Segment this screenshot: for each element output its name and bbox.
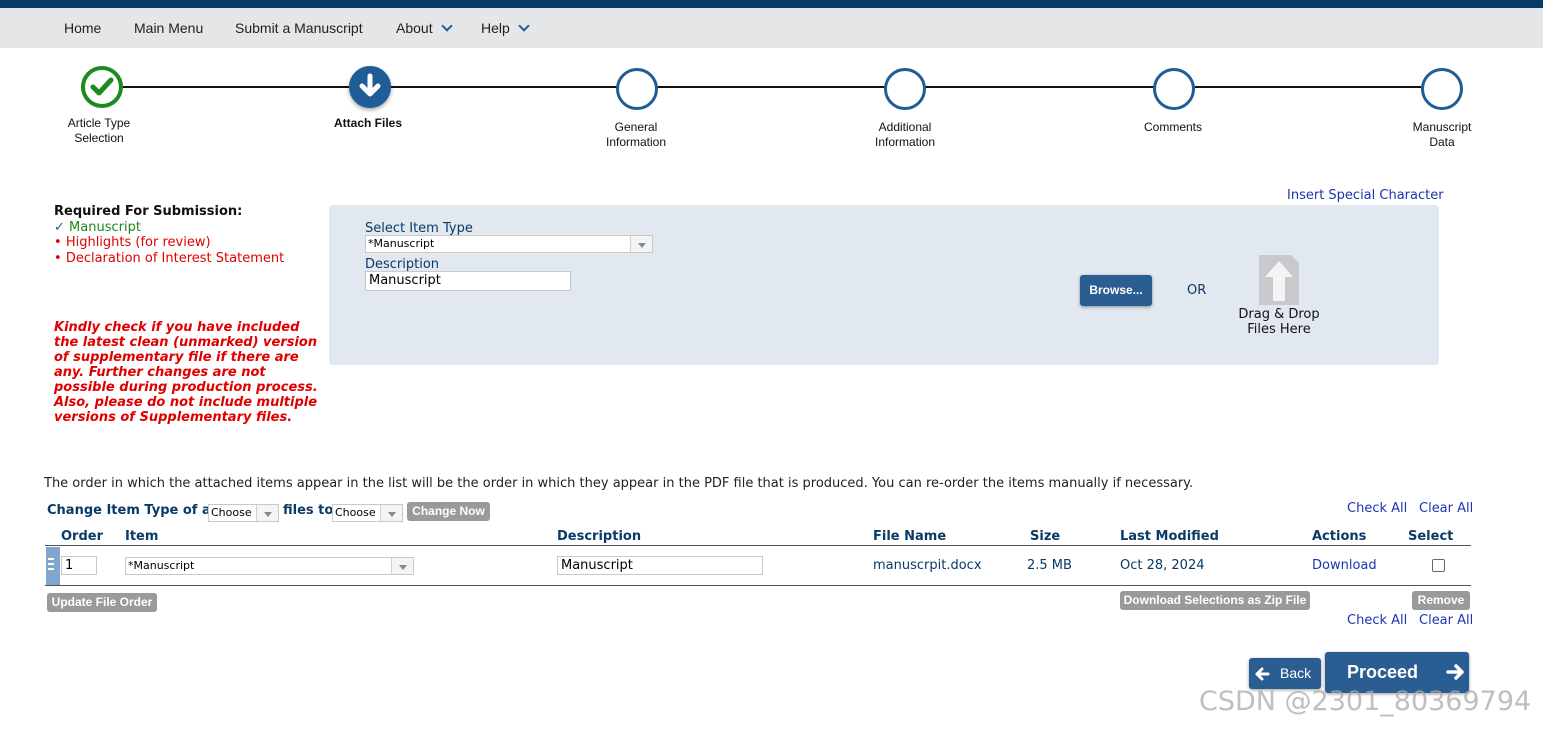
drag-handle-icon[interactable]: [46, 547, 60, 585]
download-zip-button[interactable]: Download Selections as Zip File: [1120, 591, 1310, 610]
drag-drop-label: Drag & Drop Files Here: [1238, 307, 1320, 337]
main-nav-bar: Home Main Menu Submit a Manuscript About…: [0, 8, 1543, 48]
chevron-down-icon: [256, 505, 278, 521]
header-last-modified: Last Modified: [1120, 529, 1219, 544]
stepper-line: [122, 86, 1422, 88]
nav-home[interactable]: Home: [64, 16, 101, 40]
drag-drop-zone[interactable]: Drag & Drop Files Here: [1215, 251, 1343, 341]
change-to-value: Choose: [335, 506, 376, 519]
top-accent-bar: [0, 0, 1543, 8]
browse-button[interactable]: Browse...: [1080, 275, 1152, 306]
header-select: Select: [1408, 529, 1454, 544]
update-file-order-button[interactable]: Update File Order: [47, 593, 157, 612]
order-instruction: The order in which the attached items ap…: [44, 476, 1194, 491]
remove-button[interactable]: Remove: [1412, 591, 1470, 610]
files-to-label: files to: [283, 503, 334, 518]
row-item-type-value: *Manuscript: [128, 559, 195, 572]
upload-arrow-icon: [1259, 255, 1299, 305]
row-size: 2.5 MB: [1027, 558, 1072, 573]
select-item-type-label: Select Item Type: [365, 221, 473, 236]
item-type-select-value: *Manuscript: [368, 237, 435, 250]
row-item-type-select[interactable]: *Manuscript: [125, 557, 414, 575]
arrow-left-icon: [1255, 667, 1270, 681]
step-6-circle[interactable]: [1421, 68, 1463, 110]
row-description-input[interactable]: Manuscript: [557, 556, 763, 575]
step-4-label: Additional Information: [874, 120, 936, 149]
row-file-name: manuscrpit.docx: [873, 558, 982, 573]
required-title: Required For Submission:: [54, 204, 243, 219]
required-item-manuscript: ✓ Manuscript: [54, 219, 141, 235]
nav-about[interactable]: About: [396, 16, 453, 40]
required-item-declaration: • Declaration of Interest Statement: [54, 250, 285, 266]
step-6-label: Manuscript Data: [1412, 120, 1472, 149]
header-description: Description: [557, 529, 642, 544]
back-button-label: Back: [1280, 665, 1312, 681]
clear-all-link-top[interactable]: Clear All: [1419, 501, 1473, 516]
step-1-label: Article Type Selection: [67, 116, 131, 145]
required-list: Required For Submission: ✓ Manuscript • …: [54, 204, 324, 266]
chevron-down-icon: [380, 505, 402, 521]
insert-special-character-link[interactable]: Insert Special Character: [1287, 188, 1444, 203]
back-button[interactable]: Back: [1249, 658, 1321, 689]
nav-help[interactable]: Help: [481, 16, 530, 40]
nav-submit-manuscript[interactable]: Submit a Manuscript: [235, 16, 363, 40]
checkmark-icon: ✓: [54, 219, 65, 235]
bullet-icon: •: [54, 235, 62, 250]
checkmark-icon: [90, 77, 114, 96]
or-label: OR: [1187, 283, 1207, 298]
step-4-circle[interactable]: [884, 68, 926, 110]
description-input[interactable]: Manuscript: [365, 271, 571, 291]
step-1-circle[interactable]: [81, 66, 123, 108]
nav-about-label: About: [396, 20, 433, 36]
table-bottom-divider: [45, 585, 1471, 586]
change-now-button[interactable]: Change Now: [407, 502, 490, 521]
chevron-down-icon: [391, 558, 413, 574]
header-size: Size: [1030, 529, 1061, 544]
change-from-select[interactable]: Choose: [208, 504, 279, 522]
watermark-text: CSDN @2301_80369794: [1199, 686, 1532, 717]
chevron-down-icon: [630, 236, 652, 252]
change-type-label: Change Item Type of all: [47, 503, 220, 518]
clear-all-link-bottom[interactable]: Clear All: [1419, 613, 1473, 628]
header-item: Item: [125, 529, 159, 544]
table-header-divider: [45, 545, 1471, 546]
step-2-label: Attach Files: [333, 116, 402, 130]
change-to-select[interactable]: Choose: [332, 504, 403, 522]
chevron-down-icon: [518, 20, 530, 32]
row-last-modified: Oct 28, 2024: [1120, 558, 1205, 573]
required-item-highlights: • Highlights (for review): [54, 235, 211, 250]
step-5-circle[interactable]: [1153, 68, 1195, 110]
header-order: Order: [61, 529, 103, 544]
arrow-down-icon: [359, 73, 381, 97]
row-select-checkbox[interactable]: [1432, 559, 1445, 572]
upload-panel: Select Item Type *Manuscript Description…: [329, 205, 1439, 365]
header-actions: Actions: [1312, 529, 1367, 544]
row-download-link[interactable]: Download: [1312, 558, 1377, 573]
description-label: Description: [365, 257, 440, 272]
check-all-link-bottom[interactable]: Check All: [1347, 613, 1407, 628]
step-3-label: General Information: [605, 120, 667, 149]
step-2-circle[interactable]: [349, 66, 391, 108]
order-input[interactable]: 1: [61, 556, 97, 575]
header-file-name: File Name: [873, 529, 947, 544]
supplementary-note: Kindly check if you have included the la…: [54, 320, 318, 425]
chevron-down-icon: [440, 20, 453, 32]
nav-main-menu[interactable]: Main Menu: [134, 16, 203, 40]
arrow-right-icon: [1446, 664, 1464, 680]
change-from-value: Choose: [211, 506, 252, 519]
item-type-select[interactable]: *Manuscript: [365, 235, 653, 253]
step-3-circle[interactable]: [616, 68, 658, 110]
check-all-link-top[interactable]: Check All: [1347, 501, 1407, 516]
nav-help-label: Help: [481, 20, 510, 36]
step-5-label: Comments: [1143, 120, 1202, 134]
bullet-icon: •: [54, 250, 62, 266]
